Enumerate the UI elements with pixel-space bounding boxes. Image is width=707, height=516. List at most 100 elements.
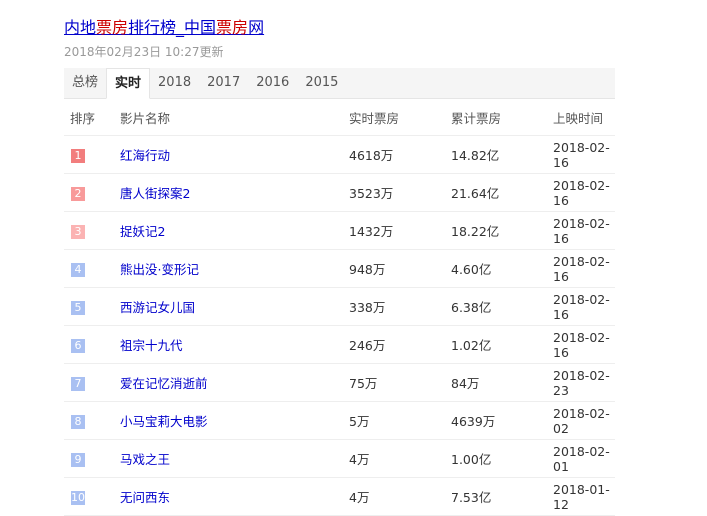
title-part: 内地 — [64, 18, 97, 37]
realtime-box-office: 4万 — [348, 439, 450, 478]
movie-name-cell: 唐人街探案2 — [119, 173, 348, 212]
table-row: 7 爱在记忆消逝前 75万 84万 2018-02-23 — [64, 363, 615, 402]
movie-link[interactable]: 捉妖记2 — [120, 224, 165, 239]
movie-name-cell: 爱在记忆消逝前 — [119, 363, 348, 402]
movie-name-cell: 捉妖记2 — [119, 211, 348, 250]
total-box-office: 4639万 — [450, 401, 552, 440]
table-row: 2 唐人街探案2 3523万 21.64亿 2018-02-16 — [64, 173, 615, 212]
ranking-table: 排序 影片名称 实时票房 累计票房 上映时间 1 红海行动 4618万 14.8… — [64, 99, 615, 516]
rank-cell: 1 — [64, 135, 119, 174]
rank-badge: 2 — [71, 186, 85, 201]
release-date: 2018-02-01 — [552, 439, 615, 478]
realtime-box-office: 75万 — [348, 363, 450, 402]
total-box-office: 4.60亿 — [450, 249, 552, 288]
total-box-office: 1.00亿 — [450, 439, 552, 478]
total-box-office: 84万 — [450, 363, 552, 402]
rank-cell: 3 — [64, 211, 119, 250]
rank-cell: 4 — [64, 249, 119, 288]
tab-bar: 总榜 实时 2018 2017 2016 2015 — [64, 68, 615, 99]
release-date: 2018-01-12 — [552, 477, 615, 516]
movie-name-cell: 红海行动 — [119, 135, 348, 174]
col-rank: 排序 — [64, 99, 119, 136]
realtime-box-office: 3523万 — [348, 173, 450, 212]
total-box-office: 18.22亿 — [450, 211, 552, 250]
movie-name-cell: 马戏之王 — [119, 439, 348, 478]
rank-badge: 7 — [71, 376, 85, 391]
rank-badge: 3 — [71, 224, 85, 239]
table-row: 8 小马宝莉大电影 5万 4639万 2018-02-02 — [64, 401, 615, 440]
release-date: 2018-02-16 — [552, 211, 615, 250]
movie-link[interactable]: 唐人街探案2 — [120, 186, 190, 201]
movie-name-cell: 西游记女儿国 — [119, 287, 348, 326]
movie-link[interactable]: 马戏之王 — [120, 452, 170, 467]
movie-name-cell: 无问西东 — [119, 477, 348, 516]
rank-badge: 1 — [71, 148, 85, 163]
movie-link[interactable]: 无问西东 — [120, 490, 170, 505]
rank-cell: 2 — [64, 173, 119, 212]
realtime-box-office: 948万 — [348, 249, 450, 288]
table-row: 3 捉妖记2 1432万 18.22亿 2018-02-16 — [64, 211, 615, 250]
release-date: 2018-02-16 — [552, 173, 615, 212]
movie-name-cell: 熊出没·变形记 — [119, 249, 348, 288]
title-part-highlight: 票房 — [216, 18, 249, 37]
realtime-box-office: 246万 — [348, 325, 450, 364]
col-name: 影片名称 — [119, 99, 348, 136]
table-row: 1 红海行动 4618万 14.82亿 2018-02-16 — [64, 135, 615, 174]
col-total: 累计票房 — [450, 99, 552, 136]
rank-badge: 10 — [71, 490, 85, 505]
movie-link[interactable]: 红海行动 — [120, 148, 170, 163]
tab-实时[interactable]: 实时 — [106, 68, 151, 99]
movie-link[interactable]: 小马宝莉大电影 — [120, 414, 208, 429]
update-time: 2018年02月23日 10:27更新 — [64, 45, 224, 59]
movie-link[interactable]: 熊出没·变形记 — [120, 262, 199, 277]
tab-2015[interactable]: 2015 — [297, 68, 346, 98]
rank-cell: 5 — [64, 287, 119, 326]
rank-cell: 6 — [64, 325, 119, 364]
release-date: 2018-02-16 — [552, 135, 615, 174]
total-box-office: 1.02亿 — [450, 325, 552, 364]
movie-link[interactable]: 祖宗十九代 — [120, 338, 183, 353]
movie-link[interactable]: 爱在记忆消逝前 — [120, 376, 208, 391]
table-row: 9 马戏之王 4万 1.00亿 2018-02-01 — [64, 439, 615, 478]
rank-badge: 9 — [71, 452, 85, 467]
total-box-office: 21.64亿 — [450, 173, 552, 212]
table-row: 10 无问西东 4万 7.53亿 2018-01-12 — [64, 477, 615, 516]
total-box-office: 6.38亿 — [450, 287, 552, 326]
movie-name-cell: 小马宝莉大电影 — [119, 401, 348, 440]
rank-cell: 9 — [64, 439, 119, 478]
realtime-box-office: 1432万 — [348, 211, 450, 250]
table-row: 6 祖宗十九代 246万 1.02亿 2018-02-16 — [64, 325, 615, 364]
rank-badge: 8 — [71, 414, 85, 429]
release-date: 2018-02-02 — [552, 401, 615, 440]
rank-badge: 6 — [71, 338, 85, 353]
table-row: 5 西游记女儿国 338万 6.38亿 2018-02-16 — [64, 287, 615, 326]
total-box-office: 14.82亿 — [450, 135, 552, 174]
rank-badge: 4 — [71, 262, 85, 277]
release-date: 2018-02-16 — [552, 325, 615, 364]
release-date: 2018-02-16 — [552, 287, 615, 326]
rank-cell: 10 — [64, 477, 119, 516]
title-part: 排行榜_中国 — [128, 18, 217, 37]
release-date: 2018-02-23 — [552, 363, 615, 402]
table-row: 4 熊出没·变形记 948万 4.60亿 2018-02-16 — [64, 249, 615, 288]
title-part: 网 — [248, 18, 265, 37]
release-date: 2018-02-16 — [552, 249, 615, 288]
title-part-highlight: 票房 — [96, 18, 129, 37]
col-release-date: 上映时间 — [552, 99, 615, 136]
page-title-link[interactable]: 内地票房排行榜_中国票房网 — [64, 14, 264, 38]
movie-name-cell: 祖宗十九代 — [119, 325, 348, 364]
realtime-box-office: 4618万 — [348, 135, 450, 174]
realtime-box-office: 4万 — [348, 477, 450, 516]
rank-cell: 7 — [64, 363, 119, 402]
rank-badge: 5 — [71, 300, 85, 315]
realtime-box-office: 338万 — [348, 287, 450, 326]
total-box-office: 7.53亿 — [450, 477, 552, 516]
tab-2018[interactable]: 2018 — [150, 68, 199, 98]
tab-2017[interactable]: 2017 — [199, 68, 248, 98]
movie-link[interactable]: 西游记女儿国 — [120, 300, 195, 315]
rank-cell: 8 — [64, 401, 119, 440]
realtime-box-office: 5万 — [348, 401, 450, 440]
tab-总榜[interactable]: 总榜 — [64, 68, 106, 98]
table-header-row: 排序 影片名称 实时票房 累计票房 上映时间 — [64, 99, 615, 136]
tab-2016[interactable]: 2016 — [248, 68, 297, 98]
